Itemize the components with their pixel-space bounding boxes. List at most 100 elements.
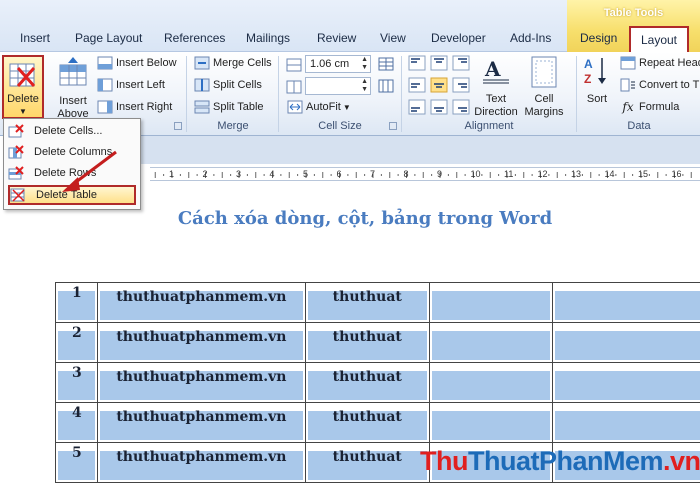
insert-above-button[interactable]: Insert Above xyxy=(52,55,94,120)
delete-table-icon xyxy=(9,63,36,87)
formula-button[interactable]: fx Formula xyxy=(620,100,679,114)
delete-rows-menu-item[interactable]: Delete Rows xyxy=(8,163,136,183)
cell-margins-icon xyxy=(531,56,557,88)
empty-cell[interactable] xyxy=(428,282,554,323)
align-top-left-icon[interactable] xyxy=(408,55,426,71)
table-row[interactable]: 4 thuthuatphanmem.vn thuthuat xyxy=(55,402,700,443)
insert-right-button[interactable]: Insert Right xyxy=(97,100,172,114)
site-name-cell[interactable]: thuthuatphanmem.vn xyxy=(96,322,306,363)
repeat-header-label: Repeat Head xyxy=(639,57,700,69)
autofit-button[interactable]: AutoFit ▼ xyxy=(287,100,351,114)
insert-left-icon xyxy=(97,78,113,92)
ruler-number: 3 xyxy=(236,169,242,179)
ruler-number: 4 xyxy=(269,169,275,179)
insert-above-label-1: Insert xyxy=(59,95,87,107)
row-number-cell[interactable]: 5 xyxy=(55,442,98,483)
table-row[interactable]: 1 thuthuatphanmem.vn thuthuat xyxy=(55,282,700,323)
keyword-cell[interactable]: thuthuat xyxy=(304,442,430,483)
keyword-cell[interactable]: thuthuat xyxy=(304,322,430,363)
empty-cell[interactable] xyxy=(552,402,700,443)
formula-label: Formula xyxy=(639,101,680,113)
repeat-header-icon xyxy=(620,56,636,70)
rows-columns-dialog-launcher-icon[interactable] xyxy=(174,122,182,130)
tab-design[interactable]: Design xyxy=(580,31,617,45)
empty-cell[interactable] xyxy=(552,282,700,323)
tab-insert[interactable]: Insert xyxy=(20,31,50,45)
cell-selection-highlight xyxy=(431,291,551,320)
tab-mailings[interactable]: Mailings xyxy=(246,31,290,45)
empty-cell[interactable] xyxy=(428,402,554,443)
cell-margins-button[interactable]: Cell Margins xyxy=(522,55,566,119)
merge-cells-button[interactable]: Merge Cells xyxy=(194,56,272,70)
keyword-cell[interactable]: thuthuat xyxy=(304,402,430,443)
delete-cells-menu-item[interactable]: Delete Cells... xyxy=(8,121,136,141)
site-name-cell[interactable]: thuthuatphanmem.vn xyxy=(96,282,306,323)
align-bottom-center-icon[interactable] xyxy=(430,99,448,115)
insert-left-label: Insert Left xyxy=(116,79,165,91)
table-row[interactable]: 2 thuthuatphanmem.vn thuthuat xyxy=(55,322,700,363)
merge-cells-label: Merge Cells xyxy=(213,57,272,69)
insert-left-button[interactable]: Insert Left xyxy=(97,78,165,92)
text-direction-button[interactable]: A Text Direction xyxy=(472,55,520,119)
spinner-arrows-icon[interactable]: ▲ ▼ xyxy=(361,56,368,72)
align-top-right-icon[interactable] xyxy=(452,55,470,71)
tab-references[interactable]: References xyxy=(164,31,225,45)
align-center-right-icon[interactable] xyxy=(452,77,470,93)
tab-review[interactable]: Review xyxy=(317,31,356,45)
delete-button[interactable]: Delete ▼ xyxy=(2,55,44,119)
align-center-icon[interactable] xyxy=(430,77,448,93)
sort-button[interactable]: A Z Sort xyxy=(580,55,614,119)
row-number-cell[interactable]: 1 xyxy=(55,282,98,323)
keyword-cell[interactable]: thuthuat xyxy=(304,362,430,403)
site-name-cell[interactable]: thuthuatphanmem.vn xyxy=(96,402,306,443)
cell-margins-label-2: Margins xyxy=(524,106,564,118)
cell-selection-highlight xyxy=(555,331,700,360)
watermark-logo: ThuThuatPhanMem.vn xyxy=(420,446,700,477)
insert-below-button[interactable]: Insert Below xyxy=(97,56,177,70)
tab-layout[interactable]: Layout xyxy=(629,26,689,52)
tab-page-layout[interactable]: Page Layout xyxy=(75,31,142,45)
empty-cell[interactable] xyxy=(552,362,700,403)
group-separator xyxy=(576,56,577,132)
row-number-cell[interactable]: 4 xyxy=(55,402,98,443)
table-row[interactable]: 3 thuthuatphanmem.vn thuthuat xyxy=(55,362,700,403)
align-top-center-icon[interactable] xyxy=(430,55,448,71)
tab-add-ins[interactable]: Add-Ins xyxy=(510,31,551,45)
repeat-header-rows-button[interactable]: Repeat Head xyxy=(620,56,700,70)
row-height-input[interactable]: 1.06 cm ▲ ▼ xyxy=(305,55,371,73)
align-center-left-icon[interactable] xyxy=(408,77,426,93)
align-bottom-right-icon[interactable] xyxy=(452,99,470,115)
delete-columns-menu-item[interactable]: Delete Columns xyxy=(8,142,136,162)
empty-cell[interactable] xyxy=(552,322,700,363)
align-bottom-left-icon[interactable] xyxy=(408,99,426,115)
spinner-arrows-icon[interactable]: ▲ ▼ xyxy=(361,78,368,94)
split-table-button[interactable]: Split Table xyxy=(194,100,264,114)
site-name-cell[interactable]: thuthuatphanmem.vn xyxy=(96,362,306,403)
horizontal-ruler[interactable]: 1234567891011121314151617 xyxy=(150,167,700,181)
chevron-down-icon: ▼ xyxy=(342,102,351,112)
empty-cell[interactable] xyxy=(428,322,554,363)
insert-right-icon xyxy=(97,100,113,114)
delete-columns-label: Delete Columns xyxy=(34,146,113,158)
convert-to-text-button[interactable]: Convert to T xyxy=(620,78,699,92)
cell-selection-highlight xyxy=(431,411,551,440)
tab-developer[interactable]: Developer xyxy=(431,31,486,45)
site-name-cell[interactable]: thuthuatphanmem.vn xyxy=(96,442,306,483)
site-name-cell-text: thuthuatphanmem.vn xyxy=(116,369,287,385)
table-tools-title: Table Tools xyxy=(603,7,664,19)
column-width-input[interactable]: ▲ ▼ xyxy=(305,77,371,95)
split-table-label: Split Table xyxy=(213,101,264,113)
tab-view[interactable]: View xyxy=(380,31,406,45)
row-number-cell[interactable]: 2 xyxy=(55,322,98,363)
row-number-cell-text: 3 xyxy=(72,365,82,381)
row-number-cell[interactable]: 3 xyxy=(55,362,98,403)
empty-cell[interactable] xyxy=(428,362,554,403)
split-cells-button[interactable]: Split Cells xyxy=(194,78,262,92)
cell-size-dialog-launcher-icon[interactable] xyxy=(389,122,397,130)
split-table-icon xyxy=(194,100,210,114)
keyword-cell-text: thuthuat xyxy=(332,289,402,305)
insert-below-label: Insert Below xyxy=(116,57,177,69)
delete-rows-icon xyxy=(8,166,24,180)
delete-table-menu-item[interactable]: Delete Table xyxy=(8,185,136,205)
keyword-cell[interactable]: thuthuat xyxy=(304,282,430,323)
